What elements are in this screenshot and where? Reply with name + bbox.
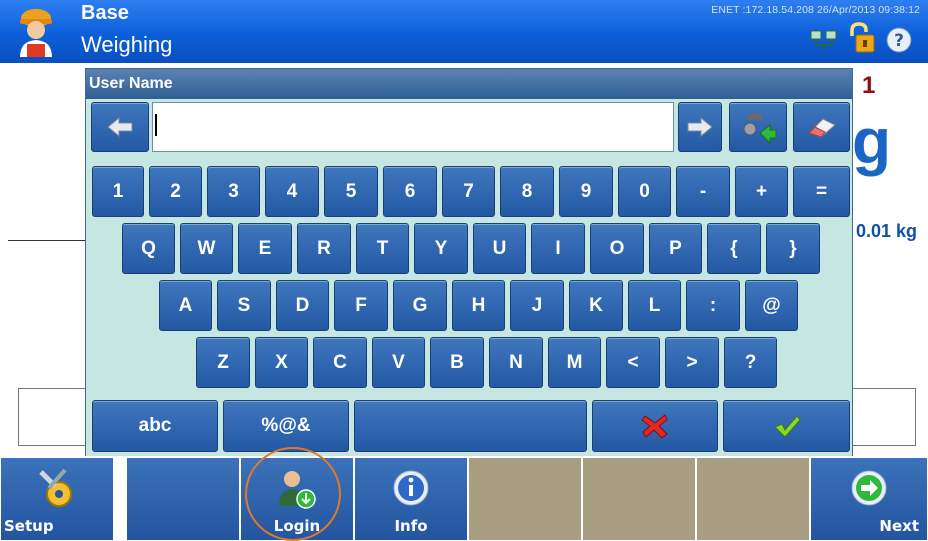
key-w[interactable]: W [180,223,233,274]
scale-resolution: 0.01 kg [856,221,918,241]
key-j[interactable]: J [510,280,564,331]
key-d[interactable]: D [276,280,329,331]
key-m[interactable]: M [548,337,601,388]
key-plus[interactable]: + [735,166,788,217]
key-9[interactable]: 9 [559,166,613,217]
info-icon [393,470,429,506]
cancel-button[interactable] [592,400,718,452]
key-7[interactable]: 7 [442,166,495,217]
confirm-check-icon [773,415,801,438]
key-l[interactable]: L [628,280,681,331]
empty-softkey-2 [468,457,582,541]
key-n[interactable]: N [489,337,543,388]
arrow-right-icon [687,116,713,138]
help-icon[interactable]: ? [886,27,912,53]
info-label: Info [394,517,428,535]
key-r[interactable]: R [297,223,351,274]
key-i[interactable]: I [531,223,585,274]
svg-text:?: ? [894,31,904,51]
key-right-brace[interactable]: } [766,223,820,274]
scale-number: 1 [862,72,876,99]
key-t[interactable]: T [356,223,409,274]
setup-softkey[interactable]: Setup [0,457,114,541]
key-v[interactable]: V [372,337,425,388]
key-1[interactable]: 1 [92,166,144,217]
dialog-title: User Name [86,69,852,99]
cursor-right-button[interactable] [678,102,722,152]
key-at[interactable]: @ [745,280,798,331]
key-x[interactable]: X [255,337,308,388]
key-3[interactable]: 3 [207,166,260,217]
status-readout: ENET :172.18.54.208 26/Apr/2013 09:38:12 [711,4,920,16]
lock-icon[interactable] [846,22,876,54]
cursor-left-button[interactable] [91,102,149,152]
key-h[interactable]: H [452,280,505,331]
import-icon [743,113,777,145]
key-b[interactable]: B [430,337,484,388]
arrow-left-icon [107,116,133,138]
user-login-icon [279,471,316,509]
app-subtitle: Weighing [81,32,173,57]
cancel-x-icon [641,414,668,439]
empty-softkey-1 [126,457,240,541]
clear-button[interactable] [793,102,850,152]
key-a[interactable]: A [159,280,212,331]
info-field-left [18,388,88,446]
next-softkey[interactable]: Next [810,457,928,541]
key-2[interactable]: 2 [149,166,202,217]
key-o[interactable]: O [590,223,644,274]
empty-softkey-3 [582,457,696,541]
key-z[interactable]: Z [196,337,250,388]
username-input[interactable] [152,102,674,152]
empty-softkey-4 [696,457,810,541]
key-c[interactable]: C [313,337,367,388]
info-field-right [852,388,916,446]
key-colon[interactable]: : [686,280,740,331]
key-y[interactable]: Y [414,223,468,274]
key-g[interactable]: G [393,280,447,331]
key-f[interactable]: F [334,280,388,331]
info-softkey[interactable]: Info [354,457,468,541]
keyboard-dialog: User Name 1 2 3 4 5 6 7 8 9 0 - + = Q W … [85,68,853,457]
key-equals[interactable]: = [793,166,850,217]
setup-label: Setup [4,517,54,535]
key-greater-than[interactable]: > [665,337,719,388]
key-p[interactable]: P [649,223,702,274]
key-left-brace[interactable]: { [707,223,761,274]
app-title: Base [81,2,129,24]
login-label: Login [273,517,321,535]
weight-unit: g [852,105,892,177]
network-icon [810,30,837,50]
key-k[interactable]: K [569,280,623,331]
import-button[interactable] [729,102,787,152]
eraser-icon [807,118,836,138]
confirm-button[interactable] [723,400,850,452]
symbols-mode-button[interactable]: %@& [223,400,349,452]
setup-tools-icon [39,468,72,507]
key-q[interactable]: Q [122,223,175,274]
worker-icon [20,9,52,57]
background-divider [8,240,94,241]
key-s[interactable]: S [217,280,271,331]
next-label: Next [879,517,919,535]
key-5[interactable]: 5 [324,166,378,217]
key-e[interactable]: E [238,223,292,274]
arrow-right-circle-icon [851,470,887,506]
key-minus[interactable]: - [676,166,730,217]
header-bar: Base Weighing ENET :172.18.54.208 26/Apr… [0,0,928,63]
key-0[interactable]: 0 [618,166,671,217]
login-softkey[interactable]: Login [240,457,354,541]
key-question[interactable]: ? [724,337,777,388]
key-6[interactable]: 6 [383,166,437,217]
key-u[interactable]: U [473,223,526,274]
space-bar[interactable] [354,400,587,452]
abc-mode-button[interactable]: abc [92,400,218,452]
text-caret [155,113,157,136]
key-less-than[interactable]: < [606,337,660,388]
key-8[interactable]: 8 [500,166,554,217]
key-4[interactable]: 4 [265,166,319,217]
